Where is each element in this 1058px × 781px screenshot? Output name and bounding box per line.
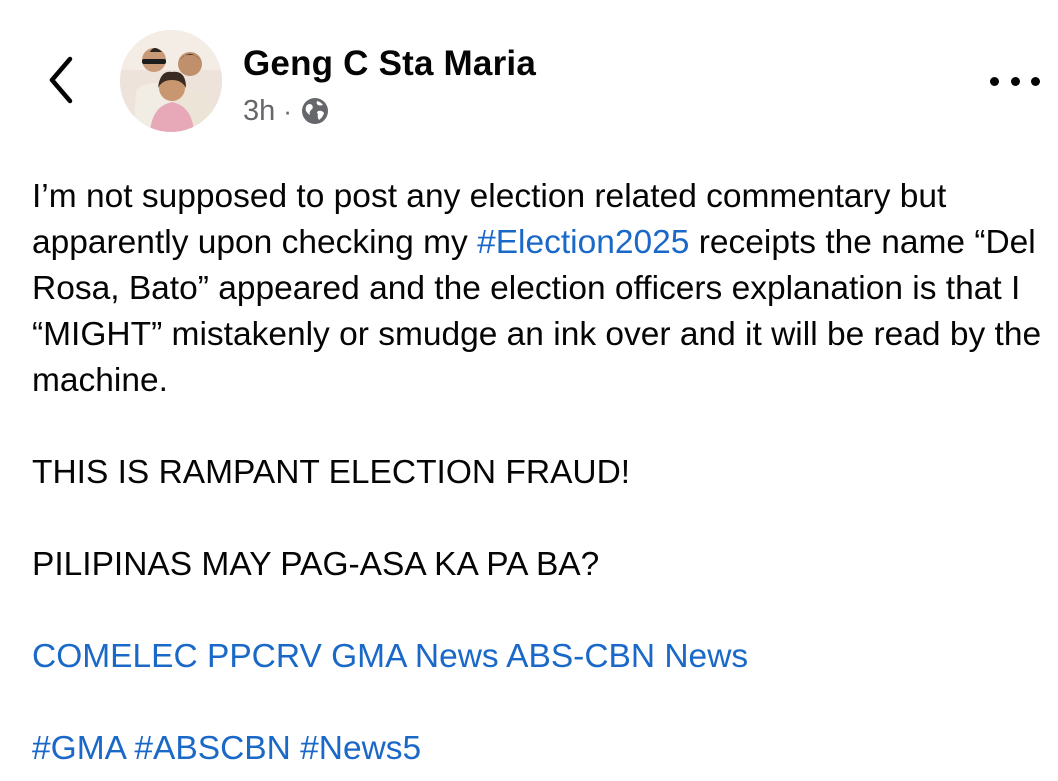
hashtag-link[interactable]: #News5 <box>300 730 421 767</box>
mention-link[interactable]: PPCRV <box>207 638 322 675</box>
more-horizontal-icon <box>990 76 999 86</box>
hashtag-link[interactable]: #ABSCBN <box>134 730 290 767</box>
more-horizontal-icon-dot <box>1010 76 1020 86</box>
post-meta: 3h · <box>243 94 330 128</box>
profile-photo <box>120 30 222 132</box>
post-time[interactable]: 3h <box>243 95 275 128</box>
post-header: Geng C Sta Maria 3h · <box>0 0 1058 150</box>
chevron-left-icon <box>49 56 73 104</box>
globe-icon[interactable] <box>300 96 330 126</box>
post-paragraph: PILIPINAS MAY PAG-ASA KA PA BA? <box>32 546 600 583</box>
avatar[interactable] <box>120 30 222 132</box>
mentions-row: COMELEC PPCRV GMA News ABS-CBN News <box>32 634 1042 680</box>
post-body: I’m not supposed to post any election re… <box>32 174 1042 772</box>
back-button[interactable] <box>36 50 86 110</box>
author-name[interactable]: Geng C Sta Maria <box>243 44 536 84</box>
mention-link[interactable]: COMELEC <box>32 638 198 675</box>
post-paragraph: THIS IS RAMPANT ELECTION FRAUD! <box>32 454 631 491</box>
mention-link[interactable]: ABS-CBN News <box>506 638 748 675</box>
mention-link[interactable]: GMA News <box>331 638 499 675</box>
more-options-button[interactable] <box>990 66 1040 96</box>
more-horizontal-icon-dot <box>1031 76 1040 86</box>
post-paragraph: I’m not supposed to post any election re… <box>32 174 1042 404</box>
hashtags-row: #GMA #ABSCBN #News5 <box>32 726 1042 772</box>
hashtag-link[interactable]: #GMA <box>32 730 125 767</box>
hashtag-link[interactable]: #Election2025 <box>477 224 689 261</box>
meta-separator: · <box>283 96 292 126</box>
